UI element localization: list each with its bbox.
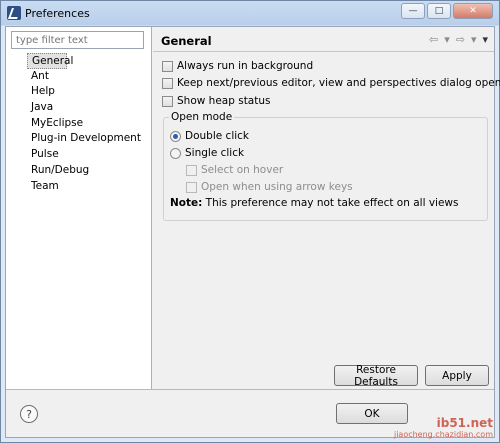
window-controls: — □ ✕: [401, 3, 493, 19]
tree-item-plugin-development[interactable]: Plug-in Development: [27, 131, 141, 147]
show-heap-status-option[interactable]: Show heap status: [162, 93, 271, 109]
title-bar[interactable]: Preferences — □ ✕: [1, 1, 499, 26]
open-arrow-keys-checkbox: [186, 181, 197, 193]
tree-item-pulse[interactable]: Pulse: [27, 147, 141, 163]
tree-item-myeclipse[interactable]: MyEclipse: [27, 116, 141, 132]
help-icon[interactable]: ?: [20, 405, 38, 423]
open-arrow-keys-label: Open when using arrow keys: [201, 181, 353, 193]
tree-item-ant[interactable]: Ant: [27, 69, 141, 85]
select-on-hover-option: Select on hover: [186, 162, 283, 178]
title-separator: [153, 51, 494, 52]
show-heap-status-label: Show heap status: [177, 95, 271, 107]
back-arrow-icon[interactable]: ⇦: [429, 33, 438, 46]
eclipse-app-icon: [7, 6, 21, 20]
keep-dialog-open-checkbox[interactable]: [162, 77, 173, 89]
forward-arrow-icon[interactable]: ⇨: [456, 33, 465, 46]
double-click-option[interactable]: Double click: [170, 128, 249, 144]
footer-separator: [6, 389, 494, 390]
single-click-option[interactable]: Single click: [170, 145, 244, 161]
maximize-button[interactable]: □: [427, 3, 451, 19]
show-heap-status-checkbox[interactable]: [162, 95, 173, 107]
tree-item-team[interactable]: Team: [27, 179, 141, 195]
note-message: This preference may not take effect on a…: [202, 197, 459, 209]
minimize-button[interactable]: —: [401, 3, 425, 19]
open-arrow-keys-option: Open when using arrow keys: [186, 179, 353, 195]
keep-dialog-open-option[interactable]: Keep next/previous editor, view and pers…: [162, 75, 500, 91]
page-navigation: ⇦ ▾ ⇨ ▾ ▾: [429, 33, 488, 46]
preference-tree-pane: General Ant Help Java MyEclipse Plug-in …: [6, 27, 152, 389]
open-mode-title: Open mode: [169, 111, 235, 123]
always-run-in-background-label: Always run in background: [177, 60, 314, 72]
watermark-site: ib51.net: [436, 416, 493, 430]
select-on-hover-label: Select on hover: [201, 164, 284, 176]
restore-defaults-button[interactable]: Restore Defaults: [334, 364, 418, 388]
single-click-label: Single click: [185, 147, 245, 159]
preferences-window: Preferences — □ ✕ General Ant Help Java …: [0, 0, 500, 443]
note-text: Note: This preference may not take effec…: [170, 197, 458, 209]
forward-menu-chevron-icon[interactable]: ▾: [471, 33, 477, 46]
tree-item-help[interactable]: Help: [27, 84, 141, 100]
apply-button[interactable]: Apply: [425, 365, 489, 386]
note-label: Note:: [170, 197, 203, 209]
preference-page: General ⇦ ▾ ⇨ ▾ ▾ Always run in backgrou…: [153, 27, 500, 389]
double-click-label: Double click: [185, 130, 250, 142]
view-menu-chevron-icon[interactable]: ▾: [482, 33, 488, 46]
keep-dialog-open-label: Keep next/previous editor, view and pers…: [177, 77, 500, 89]
tree-item-general[interactable]: General: [27, 53, 73, 69]
single-click-radio[interactable]: [170, 147, 181, 159]
watermark-url: jiaocheng.chazidian.com: [393, 430, 493, 439]
close-button[interactable]: ✕: [453, 3, 493, 19]
filter-input[interactable]: [11, 31, 144, 49]
tree-item-run-debug[interactable]: Run/Debug: [27, 163, 141, 179]
always-run-in-background-option[interactable]: Always run in background: [162, 58, 313, 74]
page-title: General: [161, 34, 212, 48]
always-run-in-background-checkbox[interactable]: [162, 60, 173, 72]
window-title: Preferences: [25, 7, 90, 20]
back-menu-chevron-icon[interactable]: ▾: [444, 33, 450, 46]
preference-tree: General Ant Help Java MyEclipse Plug-in …: [27, 53, 141, 194]
watermark: ib51.net jiaocheng.chazidian.com: [394, 416, 493, 439]
tree-item-java[interactable]: Java: [27, 100, 141, 116]
double-click-radio[interactable]: [170, 130, 181, 142]
dialog-client-area: General Ant Help Java MyEclipse Plug-in …: [5, 26, 500, 438]
select-on-hover-checkbox: [186, 164, 197, 176]
